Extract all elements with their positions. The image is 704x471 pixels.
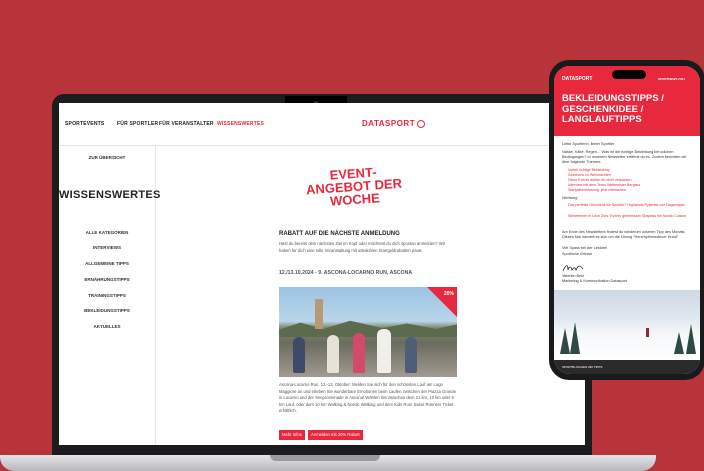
newsletter-regards: Sportliche Grüsse [562, 252, 593, 256]
nav-item-wissenswertes[interactable]: WISSENSWERTES [217, 121, 264, 127]
laptop-base-notch [270, 455, 380, 461]
discount-badge-text: 20% [443, 291, 454, 297]
laptop-screen: SPORTEVENTS FÜR SPORTLER FÜR VERANSTALTE… [59, 103, 585, 445]
phone-logo: DATASPORT [562, 76, 593, 82]
ads-label: Werbung [562, 196, 578, 200]
sidebar-item-alle-kategorien[interactable]: ALLE KATEGORIEN [59, 230, 155, 235]
play-icon [417, 119, 426, 128]
event-title: 12./13.10.2024 - 9. ASCONA-LOCARNO RUN, … [279, 270, 413, 276]
event-photo[interactable]: 20% [279, 287, 457, 377]
ad-item[interactable]: Winterferien in Lech Zürs: Events gemein… [568, 214, 692, 219]
phone-screen: DATASPORT SPORTNEWS 2024 BEKLEIDUNGSTIPP… [554, 66, 700, 374]
sidebar-item-bekleidungstipps[interactable]: BEKLEIDUNGSTIPPS [59, 308, 155, 313]
winter-photo [554, 290, 700, 360]
sidebar-item-ernaehrungstipps[interactable]: ERNÄHRUNGSTIPPS [59, 277, 155, 282]
event-description: Ascona-Locarno Run, 12.-13. Oktober: Mel… [279, 382, 456, 413]
newsletter-title: BEKLEIDUNGSTIPPS / GESCHENKIDEE / LANGLA… [562, 93, 664, 125]
signature-role: Marketing & Kommunikation Datasport [562, 279, 627, 283]
back-link[interactable]: ZUR ÜBERSICHT [59, 155, 155, 160]
header-right-label: SPORTNEWS 2024 [658, 77, 685, 81]
newsletter-greeting: Liebe Sportlerin, lieber Sportler [562, 142, 615, 146]
footer-label: SPORTBLOGGEN 360 TIPPS [562, 365, 603, 369]
nav-item-fuer-veranstalter[interactable]: FÜR VERANSTALTER [159, 121, 214, 127]
ad-item[interactable]: Das perfekte Geschenk für Sportler? High… [568, 203, 692, 208]
newsletter-intro: Nässe, Kälte, Regen… Was ist die richtig… [562, 150, 687, 164]
intro-text: Hast du bereits dein nächstes Ziel im Ko… [279, 241, 446, 253]
sidebar: ZUR ÜBERSICHT WISSENSWERTES ALLE KATEGOR… [59, 145, 161, 445]
signature-image [562, 260, 584, 272]
hero-title: EVENT-ANGEBOT DER WOCHE [305, 164, 403, 209]
register-discount-button[interactable]: Anmelden mit 20% Rabatt [308, 430, 363, 440]
newsletter-closing: Am Ende des Newsletters findest du wiede… [562, 230, 686, 239]
topic-item[interactable]: Startplatzverlosung: jetzt mitmachen [568, 188, 692, 193]
nav-item-fuer-sportler[interactable]: FÜR SPORTLER [117, 121, 158, 127]
sidebar-item-trainingstipps[interactable]: TRAININGSTIPPS [59, 293, 155, 298]
section-title: RABATT AUF DIE NÄCHSTE ANMELDUNG [279, 231, 400, 237]
top-navigation: SPORTEVENTS FÜR SPORTLER FÜR VERANSTALTE… [59, 103, 585, 146]
nav-item-sportevents[interactable]: SPORTEVENTS [65, 121, 104, 127]
newsletter-wish: Viel Spass bei der Lektüre! [562, 246, 608, 250]
skier-figure [646, 328, 649, 337]
sidebar-item-interviews[interactable]: INTERVIEWS [59, 245, 155, 250]
sidebar-item-aktuelles[interactable]: AKTUELLES [59, 324, 155, 329]
dynamic-island [612, 70, 646, 79]
sidebar-title: WISSENSWERTES [59, 189, 161, 201]
newsletter-footer: SPORTBLOGGEN 360 TIPPS [554, 360, 700, 374]
more-info-button[interactable]: Mehr Infos [279, 430, 305, 440]
datasport-logo[interactable]: DATASPORT [362, 119, 426, 128]
sidebar-item-allgemeine-tipps[interactable]: ALLGEMEINE TIPPS [59, 261, 155, 266]
